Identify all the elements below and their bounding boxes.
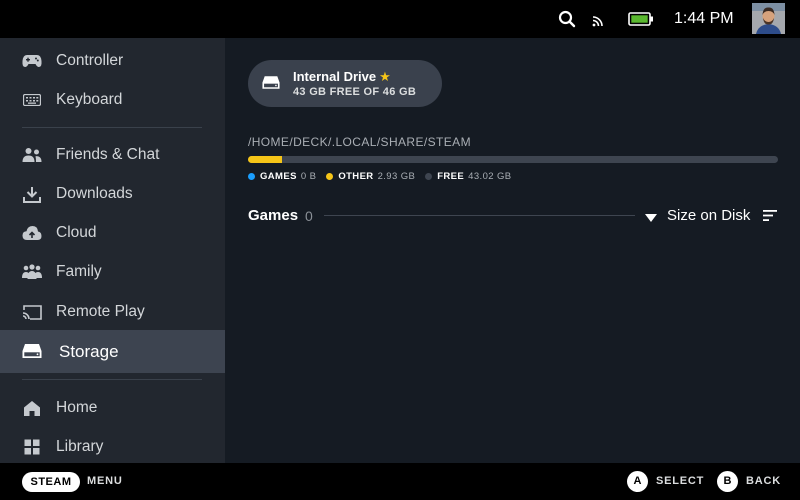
sidebar-item-downloads[interactable]: Downloads [0,174,225,213]
sidebar-item-storage[interactable]: Storage [0,330,225,373]
b-button-icon[interactable]: B [717,471,738,492]
drive-name: Internal Drive [293,69,377,84]
cloud-icon [22,224,42,242]
library-icon [22,438,42,456]
drive-free-space: 43 GB FREE OF 46 GB [293,86,417,98]
legend-value: 2.93 GB [377,171,416,182]
download-icon [22,185,42,203]
sidebar-item-label: Library [56,437,104,455]
steam-button[interactable]: STEAM [22,472,80,492]
friends-icon [22,146,42,164]
free-dot [425,173,433,180]
games-count: 0 [305,208,313,224]
keyboard-icon [22,91,42,109]
sidebar-item-label: Cloud [56,223,97,241]
drive-selector[interactable]: Internal Drive ★ 43 GB FREE OF 46 GB [248,60,442,107]
star-icon: ★ [379,69,391,84]
storage-icon [22,342,42,360]
sidebar-item-label: Friends & Chat [56,145,160,163]
legend-free: FREE 43.02 GB [425,171,511,182]
storage-panel: Internal Drive ★ 43 GB FREE OF 46 GB /HOM… [225,38,800,463]
a-button-icon[interactable]: A [627,471,648,492]
sidebar-item-remote-play[interactable]: Remote Play [0,292,225,331]
drive-icon [262,75,280,95]
drive-name-row: Internal Drive ★ [293,69,391,85]
select-label: SELECT [656,475,705,487]
clock: 1:44 PM [674,10,734,27]
sidebar-item-label: Home [56,398,98,416]
sidebar-item-cloud[interactable]: Cloud [0,213,225,252]
sidebar-item-home[interactable]: Home [0,388,225,427]
sidebar-item-label: Remote Play [56,302,145,320]
usage-legend: GAMES 0 B OTHER 2.93 GB FREE 43.02 GB [248,171,522,182]
sidebar-item-controller[interactable]: Controller [0,41,225,80]
avatar[interactable] [752,3,785,34]
status-bar: 1:44 PM [0,0,800,38]
sidebar-item-library[interactable]: Library [0,427,225,466]
sidebar-item-friends[interactable]: Friends & Chat [0,135,225,174]
family-icon [22,263,42,281]
menu-label: MENU [87,475,123,487]
games-title: Games [248,207,299,224]
sidebar-divider [22,379,202,380]
caret-down-icon[interactable] [645,210,657,228]
sidebar-item-keyboard[interactable]: Keyboard [0,80,225,119]
sidebar-item-family[interactable]: Family [0,252,225,291]
legend-games: GAMES 0 B [248,171,316,182]
cast-icon[interactable] [592,0,608,38]
search-icon[interactable] [558,0,576,38]
legend-label: GAMES [260,171,297,182]
legend-label: OTHER [338,171,374,182]
sidebar-item-label: Controller [56,51,124,69]
home-icon [22,399,42,417]
bottom-bar: STEAM MENU A SELECT B BACK [0,463,800,500]
usage-bar [248,156,778,163]
other-dot [326,173,334,180]
usage-bar-other-fill [248,156,282,163]
legend-other: OTHER 2.93 GB [326,171,415,182]
battery-icon[interactable] [628,0,654,38]
sidebar: Controller Keyboard Friends & Chat Downl… [0,38,225,463]
sidebar-divider [22,127,202,128]
sidebar-item-label: Keyboard [56,90,123,108]
legend-label: FREE [437,171,465,182]
divider [324,215,635,216]
sort-dropdown[interactable]: Size on Disk [667,207,750,224]
sort-icon[interactable] [763,209,778,227]
back-label: BACK [746,475,781,487]
sidebar-item-label: Downloads [56,184,133,202]
remote-play-icon [22,303,42,321]
controller-icon [22,52,42,70]
games-header-row: Games 0 Size on Disk [248,207,780,225]
games-dot [248,173,255,180]
sidebar-item-label: Storage [59,341,119,361]
install-path: /HOME/DECK/.LOCAL/SHARE/STEAM [248,135,471,149]
legend-value: 0 B [300,171,317,182]
legend-value: 43.02 GB [468,171,512,182]
sidebar-item-label: Family [56,262,102,280]
